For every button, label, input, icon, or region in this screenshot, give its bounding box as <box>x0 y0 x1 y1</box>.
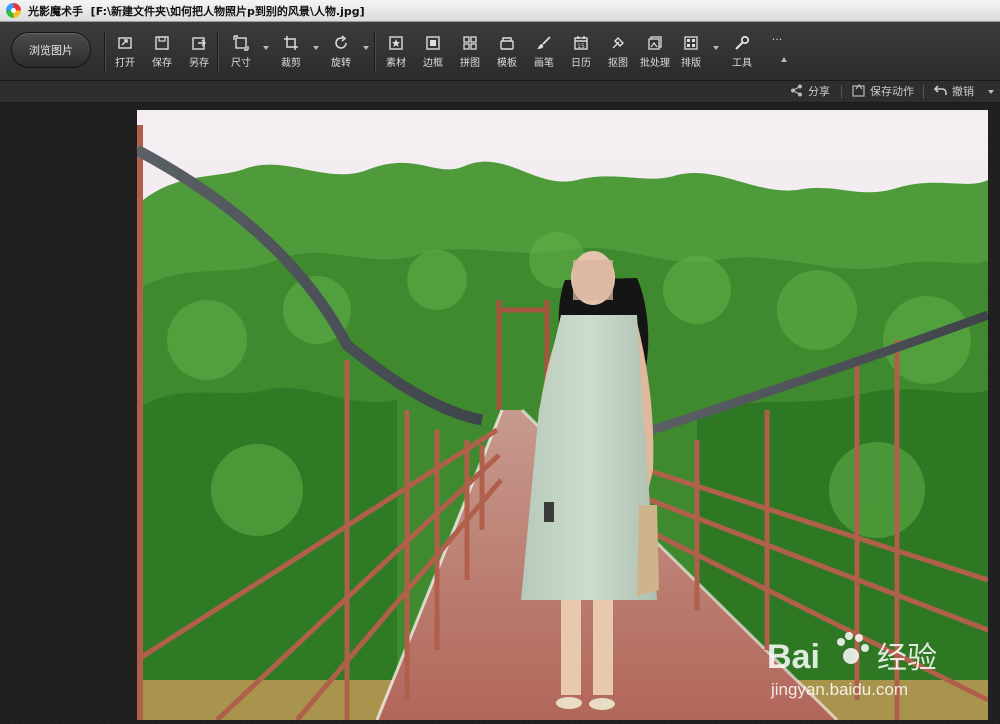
tools-button[interactable]: 工具 <box>722 32 762 72</box>
collage-icon <box>463 36 477 50</box>
face-mosaic <box>573 260 613 300</box>
more-button[interactable]: ··· <box>757 34 797 74</box>
undo-button[interactable]: 撤销 <box>934 84 974 100</box>
share-icon <box>791 84 802 97</box>
layout-dropdown-icon[interactable] <box>713 46 719 50</box>
main-toolbar: 浏览图片 打开 保存 另存 尺寸 裁剪 旋转 素材 边框 拼图 模板 画笔 15… <box>0 22 1000 80</box>
material-label: 素材 <box>386 58 406 69</box>
batch-button[interactable]: 批处理 <box>635 32 675 72</box>
share-label: 分享 <box>808 85 830 98</box>
app-logo-icon <box>6 3 21 18</box>
undo-dropdown-icon[interactable] <box>988 90 994 94</box>
calendar-button[interactable]: 15 日历 <box>561 32 601 72</box>
girl-right-shoe <box>589 698 615 710</box>
action-separator <box>923 85 924 99</box>
rotate-dropdown-icon[interactable] <box>363 46 369 50</box>
rotate-label: 旋转 <box>331 58 351 69</box>
save-as-button[interactable]: 另存 <box>179 32 219 72</box>
cutout-label: 抠图 <box>608 58 628 69</box>
save-button[interactable]: 保存 <box>142 32 182 72</box>
open-button[interactable]: 打开 <box>105 32 145 72</box>
straw-bag <box>637 505 659 596</box>
material-button[interactable]: 素材 <box>376 32 416 72</box>
template-icon <box>500 37 514 50</box>
save-label: 保存 <box>152 58 172 69</box>
undo-label: 撤销 <box>952 85 974 98</box>
watermark-brand-cn: 经验 <box>877 641 937 676</box>
brush-icon <box>537 36 551 49</box>
save-as-label: 另存 <box>189 58 209 69</box>
template-label: 模板 <box>497 58 517 69</box>
save-icon <box>155 36 169 50</box>
material-icon <box>389 36 403 50</box>
layout-label: 排版 <box>681 58 701 69</box>
undo-icon <box>934 85 947 95</box>
photo-scene: Bai 经验 jingyan.baidu.com <box>137 110 988 720</box>
crop-button[interactable]: 裁剪 <box>271 32 311 72</box>
girl-right-leg <box>593 600 613 695</box>
girl-left-leg <box>561 600 581 695</box>
wrench-icon <box>735 35 750 50</box>
brush-label: 画笔 <box>534 58 554 69</box>
open-icon <box>118 37 132 49</box>
share-button[interactable]: 分享 <box>790 84 830 100</box>
open-label: 打开 <box>115 58 135 69</box>
watermark-brand: Bai <box>767 638 820 676</box>
calendar-label: 日历 <box>571 58 591 69</box>
title-bar: 光影魔术手 [F:\新建文件夹\如何把人物照片p到别的风景\人物.jpg] <box>0 0 1000 22</box>
crop-dropdown-icon[interactable] <box>313 46 319 50</box>
crop-label: 裁剪 <box>281 58 301 69</box>
resize-icon <box>233 35 249 51</box>
browse-images-button[interactable]: 浏览图片 <box>11 32 91 68</box>
resize-dropdown-icon[interactable] <box>263 46 269 50</box>
app-name: 光影魔术手 <box>28 5 83 18</box>
batch-icon <box>648 36 662 50</box>
collage-button[interactable]: 拼图 <box>450 32 490 72</box>
rotate-button[interactable]: 旋转 <box>321 32 361 72</box>
cutout-icon <box>612 37 624 49</box>
save-action-label: 保存动作 <box>870 85 914 98</box>
cutout-button[interactable]: 抠图 <box>598 32 638 72</box>
border-icon <box>426 36 440 50</box>
toolbar-separator <box>217 32 218 72</box>
action-bar: 分享 保存动作 撤销 <box>0 80 1000 103</box>
collage-label: 拼图 <box>460 58 480 69</box>
calendar-icon: 15 <box>574 36 588 50</box>
file-path: [F:\新建文件夹\如何把人物照片p到别的风景\人物.jpg] <box>90 5 365 18</box>
layout-button[interactable]: 排版 <box>671 32 711 72</box>
svg-text:15: 15 <box>577 43 585 50</box>
save-as-icon <box>192 37 206 50</box>
watermark-url: jingyan.baidu.com <box>770 680 908 699</box>
crop-icon <box>284 36 298 50</box>
window-title: 光影魔术手 [F:\新建文件夹\如何把人物照片p到别的风景\人物.jpg] <box>28 3 365 19</box>
phone-in-hand <box>544 502 554 522</box>
brush-button[interactable]: 画笔 <box>524 32 564 72</box>
save-action-icon <box>852 84 865 97</box>
image-canvas: Bai 经验 jingyan.baidu.com <box>0 103 1000 724</box>
border-label: 边框 <box>423 58 443 69</box>
action-separator <box>841 85 842 99</box>
layout-icon <box>684 36 698 50</box>
rotate-icon <box>335 35 347 49</box>
batch-label: 批处理 <box>640 58 670 69</box>
save-action-button[interactable]: 保存动作 <box>852 84 914 100</box>
toolbar-separator <box>374 32 375 72</box>
resize-button[interactable]: 尺寸 <box>221 32 261 72</box>
expand-arrow-icon[interactable] <box>781 57 787 62</box>
girl-left-shoe <box>556 697 582 709</box>
border-button[interactable]: 边框 <box>413 32 453 72</box>
template-button[interactable]: 模板 <box>487 32 527 72</box>
resize-label: 尺寸 <box>231 58 251 69</box>
tools-label: 工具 <box>732 58 752 69</box>
edited-photo[interactable]: Bai 经验 jingyan.baidu.com <box>137 110 988 720</box>
